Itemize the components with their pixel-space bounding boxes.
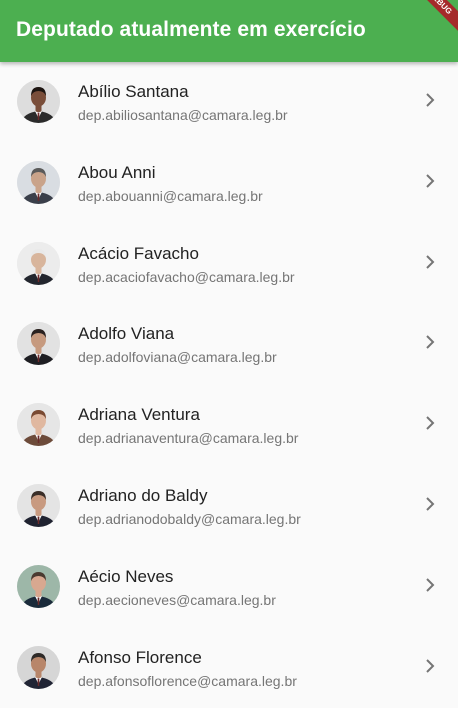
list-item[interactable]: Adolfo Viana dep.adolfoviana@camara.leg.… [0, 304, 458, 385]
chevron-right-icon [426, 174, 435, 188]
avatar [17, 80, 60, 123]
deputy-email: dep.abiliosantana@camara.leg.br [78, 107, 288, 123]
avatar [17, 322, 60, 366]
deputy-email: dep.adrianodobaldy@camara.leg.br [78, 510, 301, 527]
deputy-name: Adriana Ventura [78, 405, 200, 425]
chevron-right-icon [426, 335, 435, 350]
chevron-right-icon [426, 658, 435, 673]
avatar [17, 403, 60, 447]
page-title: Deputado atualmente em exercício [16, 18, 366, 41]
avatar [17, 483, 60, 527]
chevron-right-icon [426, 93, 435, 107]
chevron-right-icon [426, 497, 435, 511]
list-item[interactable]: Acácio Favacho dep.acaciofavacho@camara.… [0, 224, 458, 305]
list-item[interactable]: Afonso Florence dep.afonsoflorence@camar… [0, 628, 458, 708]
deputy-name: Abílio Santana [78, 82, 189, 101]
avatar [17, 645, 60, 689]
list-item[interactable]: Adriano do Baldy dep.adrianodobaldy@cama… [0, 466, 458, 547]
list-item[interactable]: Adriana Ventura dep.adrianaventura@camar… [0, 385, 458, 466]
deputy-list: Abílio Santana dep.abiliosantana@camara.… [0, 62, 458, 708]
deputy-email: dep.aecioneves@camara.leg.br [78, 591, 276, 608]
list-item[interactable]: Abílio Santana dep.abiliosantana@camara.… [0, 62, 458, 143]
deputy-name: Afonso Florence [78, 647, 202, 667]
deputy-email: dep.abouanni@camara.leg.br [78, 187, 263, 204]
deputy-name: Adriano do Baldy [78, 485, 208, 505]
list-item[interactable]: Aécio Neves dep.aecioneves@camara.leg.br [0, 547, 458, 628]
deputy-name: Aécio Neves [78, 566, 174, 586]
deputy-email: dep.adolfoviana@camara.leg.br [78, 349, 277, 366]
chevron-right-icon [426, 254, 435, 269]
deputy-name: Adolfo Viana [78, 324, 175, 344]
chevron-right-icon [426, 578, 435, 592]
chevron-right-icon [426, 416, 435, 430]
deputy-name: Abou Anni [78, 162, 156, 182]
list-item[interactable]: Abou Anni dep.abouanni@camara.leg.br [0, 143, 458, 224]
deputy-email: dep.afonsoflorence@camara.leg.br [78, 672, 297, 689]
avatar [17, 160, 60, 204]
app-bar: Deputado atualmente em exercício [0, 0, 458, 62]
deputy-name: Acácio Favacho [78, 243, 199, 263]
avatar [17, 564, 60, 608]
deputy-email: dep.acaciofavacho@camara.leg.br [78, 268, 295, 285]
deputy-email: dep.adrianaventura@camara.leg.br [78, 430, 299, 447]
avatar [17, 241, 60, 285]
